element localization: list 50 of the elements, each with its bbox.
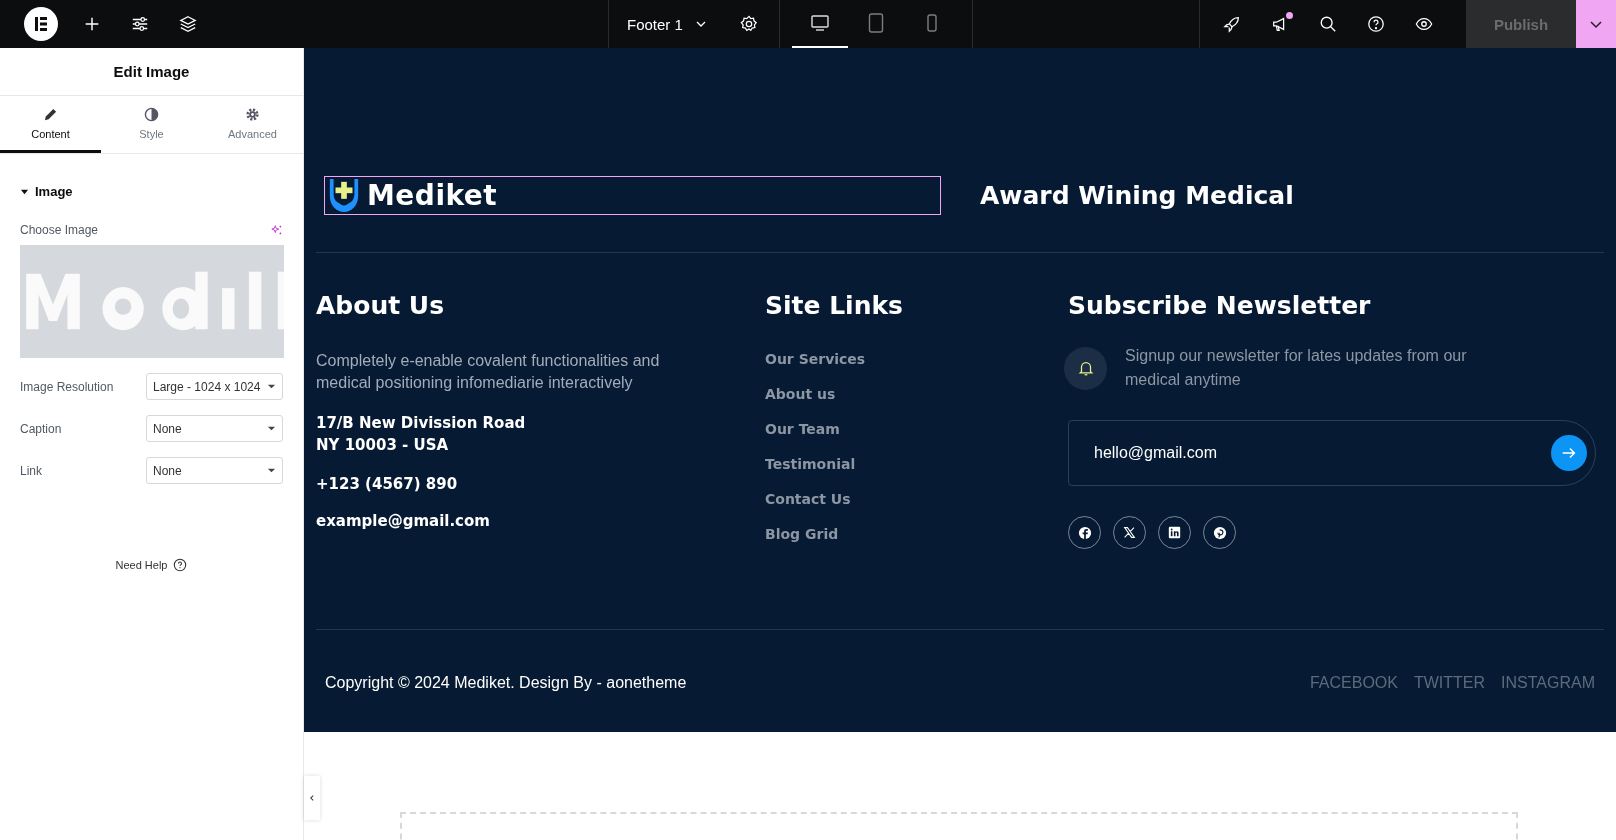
select-field[interactable]: Large - 1024 x 1024 <box>146 373 283 400</box>
panel-tab[interactable]: Advanced <box>202 96 303 153</box>
panel-tab[interactable]: Content <box>0 96 101 153</box>
field-label: Link <box>20 463 42 478</box>
site-link[interactable]: Our Team <box>765 420 1068 439</box>
column-heading: Subscribe Newsletter <box>1068 291 1372 320</box>
site-link[interactable]: Our Services <box>765 350 1068 369</box>
column-heading: Site Links <box>765 291 904 320</box>
social-link[interactable]: TWITTER <box>1413 674 1486 692</box>
sparkle-icon[interactable] <box>271 224 283 236</box>
select-field[interactable]: None <box>146 415 283 442</box>
newsletter-text: Signup our newsletter for lates updates from our medical anytime <box>1125 346 1468 390</box>
site-link[interactable]: Testimonial <box>765 455 1068 474</box>
field-label: Caption <box>20 421 62 436</box>
field-label: Image Resolution <box>20 379 114 394</box>
help-icon[interactable] <box>173 558 188 572</box>
editor-logo-icon <box>24 7 58 41</box>
pencil-icon <box>43 106 58 122</box>
panel-tab[interactable]: Style <box>101 96 202 153</box>
help-link[interactable]: Need Help <box>115 559 168 571</box>
logo-text: Mediket <box>367 179 498 212</box>
bell-icon <box>1064 346 1107 390</box>
site-link[interactable]: Blog Grid <box>765 525 1068 544</box>
gear-icon <box>245 106 260 122</box>
caret-icon <box>267 382 276 391</box>
site-link[interactable]: About us <box>765 385 1068 404</box>
submit-button[interactable] <box>1551 435 1587 471</box>
caret-icon <box>20 187 29 196</box>
address-text: 17/B New Divission Road NY 10003 - USA <box>316 413 527 456</box>
social-link[interactable]: FACEBOOK <box>1309 674 1398 692</box>
caret-icon <box>267 466 276 475</box>
field-label: Choose Image <box>20 223 99 237</box>
copyright-text: Copyright © 2024 Mediket. Design By - aonetheme <box>325 674 687 692</box>
tagline: Award Wining Medical <box>980 181 1294 210</box>
site-link[interactable]: Contact Us <box>765 490 1068 509</box>
document-selector[interactable]: Footer 1 <box>609 0 725 48</box>
section-toggle[interactable]: Image <box>20 184 73 199</box>
shield-cross-icon <box>327 176 361 215</box>
chevron-left-icon <box>308 794 316 802</box>
about-text: Completely e-enable covalent functionalities and medical positioning infomediarie interactively <box>316 351 661 393</box>
desktop-icon <box>809 13 830 33</box>
select-field[interactable]: None <box>146 457 283 484</box>
caret-icon <box>267 424 276 433</box>
logo-button[interactable] <box>24 7 58 41</box>
phone-text: +123 (4567) 890 <box>316 475 459 493</box>
column-heading: About Us <box>316 291 446 320</box>
social-link[interactable]: INSTAGRAM <box>1501 674 1595 692</box>
contrast-icon <box>144 106 159 122</box>
panel-title: Edit Image <box>0 48 303 96</box>
email-text: example@gmail.com <box>316 512 491 530</box>
